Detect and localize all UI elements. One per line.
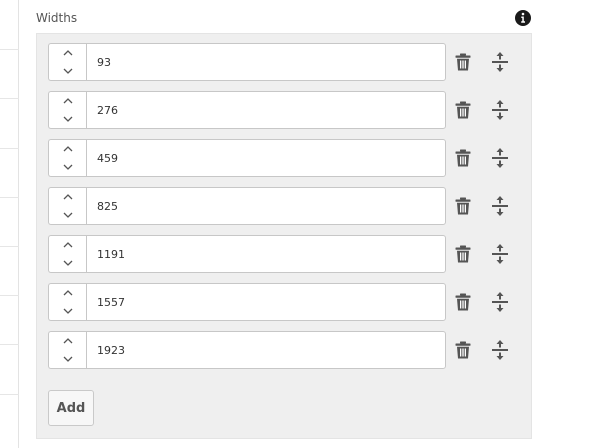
width-stepper	[48, 91, 86, 129]
drag-vertical-icon	[492, 292, 508, 312]
increment-button[interactable]	[49, 236, 86, 254]
chevron-down-icon	[63, 356, 72, 362]
add-button[interactable]: Add	[48, 390, 94, 426]
increment-button[interactable]	[49, 44, 86, 62]
decrement-button[interactable]	[49, 206, 86, 224]
width-stepper	[48, 139, 86, 177]
sidebar-divider	[0, 148, 19, 149]
trash-icon	[455, 101, 471, 119]
width-row	[48, 91, 518, 129]
chevron-down-icon	[63, 212, 72, 218]
chevron-up-icon	[63, 242, 72, 248]
delete-button[interactable]	[453, 100, 473, 120]
drag-vertical-icon	[492, 52, 508, 72]
drag-vertical-icon	[492, 196, 508, 216]
chevron-up-icon	[63, 146, 72, 152]
increment-button[interactable]	[49, 332, 86, 350]
trash-icon	[455, 149, 471, 167]
chevron-down-icon	[63, 68, 72, 74]
width-stepper	[48, 235, 86, 273]
sidebar-divider	[0, 295, 19, 296]
chevron-up-icon	[63, 50, 72, 56]
chevron-down-icon	[63, 260, 72, 266]
trash-icon	[455, 341, 471, 359]
width-row	[48, 331, 518, 369]
sidebar-divider	[0, 344, 19, 345]
sidebar-divider	[0, 394, 19, 395]
drag-vertical-icon	[492, 340, 508, 360]
delete-button[interactable]	[453, 52, 473, 72]
width-input[interactable]	[86, 187, 446, 225]
reorder-handle[interactable]	[490, 51, 510, 73]
drag-vertical-icon	[492, 100, 508, 120]
width-input[interactable]	[86, 43, 446, 81]
increment-button[interactable]	[49, 92, 86, 110]
trash-icon	[455, 293, 471, 311]
delete-button[interactable]	[453, 340, 473, 360]
chevron-down-icon	[63, 164, 72, 170]
width-stepper	[48, 187, 86, 225]
widths-label: Widths	[36, 11, 78, 25]
width-stepper	[48, 331, 86, 369]
width-input[interactable]	[86, 331, 446, 369]
reorder-handle[interactable]	[490, 147, 510, 169]
reorder-handle[interactable]	[490, 243, 510, 265]
trash-icon	[455, 197, 471, 215]
info-circle-icon[interactable]	[514, 9, 532, 27]
trash-icon	[455, 53, 471, 71]
sidebar-divider	[0, 197, 19, 198]
drag-vertical-icon	[492, 148, 508, 168]
width-stepper	[48, 283, 86, 321]
chevron-down-icon	[63, 308, 72, 314]
sidebar-divider	[0, 49, 19, 50]
delete-button[interactable]	[453, 292, 473, 312]
width-row	[48, 283, 518, 321]
reorder-handle[interactable]	[490, 195, 510, 217]
increment-button[interactable]	[49, 284, 86, 302]
width-row	[48, 187, 518, 225]
chevron-up-icon	[63, 290, 72, 296]
trash-icon	[455, 245, 471, 263]
chevron-up-icon	[63, 338, 72, 344]
delete-button[interactable]	[453, 148, 473, 168]
sidebar-divider	[0, 246, 19, 247]
decrement-button[interactable]	[49, 62, 86, 80]
decrement-button[interactable]	[49, 254, 86, 272]
width-input[interactable]	[86, 235, 446, 273]
reorder-handle[interactable]	[490, 291, 510, 313]
reorder-handle[interactable]	[490, 339, 510, 361]
drag-vertical-icon	[492, 244, 508, 264]
increment-button[interactable]	[49, 188, 86, 206]
decrement-button[interactable]	[49, 110, 86, 128]
width-row	[48, 139, 518, 177]
delete-button[interactable]	[453, 244, 473, 264]
chevron-up-icon	[63, 98, 72, 104]
chevron-down-icon	[63, 116, 72, 122]
increment-button[interactable]	[49, 140, 86, 158]
width-stepper	[48, 43, 86, 81]
width-input[interactable]	[86, 139, 446, 177]
widths-list: Add	[36, 33, 532, 439]
decrement-button[interactable]	[49, 158, 86, 176]
left-sidebar	[0, 0, 19, 448]
sidebar-divider	[0, 98, 19, 99]
width-input[interactable]	[86, 91, 446, 129]
width-row	[48, 235, 518, 273]
chevron-up-icon	[63, 194, 72, 200]
delete-button[interactable]	[453, 196, 473, 216]
reorder-handle[interactable]	[490, 99, 510, 121]
decrement-button[interactable]	[49, 350, 86, 368]
width-row	[48, 43, 518, 81]
decrement-button[interactable]	[49, 302, 86, 320]
width-input[interactable]	[86, 283, 446, 321]
